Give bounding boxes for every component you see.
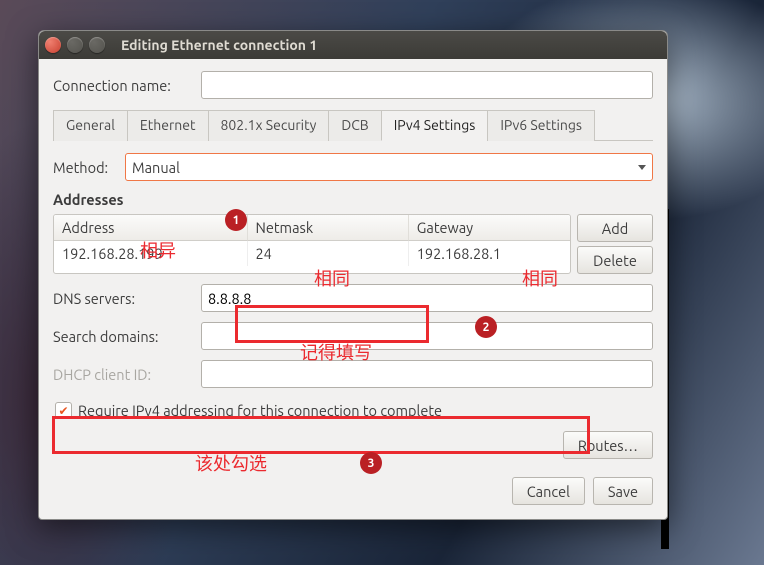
- cell-address[interactable]: 192.168.28.199: [54, 241, 248, 266]
- close-icon[interactable]: [45, 37, 61, 53]
- window-title: Editing Ethernet connection 1: [121, 37, 317, 53]
- require-ipv4-checkbox[interactable]: [55, 402, 72, 419]
- minimize-icon[interactable]: [67, 37, 83, 53]
- cell-gateway[interactable]: 192.168.28.1: [409, 241, 570, 266]
- method-value: Manual: [132, 159, 180, 176]
- cell-netmask[interactable]: 24: [248, 241, 409, 266]
- titlebar[interactable]: Editing Ethernet connection 1: [39, 31, 667, 59]
- cancel-button[interactable]: Cancel: [512, 477, 585, 505]
- tab-ethernet[interactable]: Ethernet: [127, 110, 209, 141]
- delete-button[interactable]: Delete: [577, 246, 653, 274]
- add-button[interactable]: Add: [577, 214, 653, 242]
- method-label: Method:: [53, 159, 125, 176]
- routes-button[interactable]: Routes…: [563, 431, 653, 459]
- search-domains-label: Search domains:: [53, 328, 201, 345]
- col-gateway[interactable]: Gateway: [409, 215, 570, 241]
- col-netmask[interactable]: Netmask: [248, 215, 409, 241]
- tab-dcb[interactable]: DCB: [328, 110, 381, 141]
- search-domains-input[interactable]: [201, 322, 653, 350]
- connection-name-label: Connection name:: [53, 77, 201, 94]
- dns-servers-label: DNS servers:: [53, 290, 201, 307]
- save-button[interactable]: Save: [593, 477, 653, 505]
- table-row[interactable]: 192.168.28.199 24 192.168.28.1: [54, 241, 570, 266]
- tab-8021x[interactable]: 802.1x Security: [208, 110, 330, 141]
- dialog-window: Editing Ethernet connection 1 Connection…: [38, 30, 668, 520]
- dhcp-client-id-input: [201, 360, 653, 388]
- dns-servers-input[interactable]: [201, 284, 653, 312]
- tab-general[interactable]: General: [53, 110, 128, 141]
- maximize-icon[interactable]: [89, 37, 105, 53]
- addresses-heading: Addresses: [53, 191, 653, 208]
- tab-bar: General Ethernet 802.1x Security DCB IPv…: [53, 109, 653, 141]
- col-address[interactable]: Address: [54, 215, 248, 241]
- chevron-down-icon: [638, 165, 646, 170]
- tab-ipv4-settings[interactable]: IPv4 Settings: [381, 110, 489, 141]
- addresses-table[interactable]: Address Netmask Gateway 192.168.28.199 2…: [53, 214, 571, 274]
- dialog-content: Connection name: General Ethernet 802.1x…: [39, 59, 667, 519]
- connection-name-input[interactable]: [201, 71, 653, 99]
- method-select[interactable]: Manual: [125, 153, 653, 181]
- dhcp-client-id-label: DHCP client ID:: [53, 366, 201, 383]
- tab-ipv6-settings[interactable]: IPv6 Settings: [487, 110, 595, 141]
- require-ipv4-label[interactable]: Require IPv4 addressing for this connect…: [78, 402, 442, 419]
